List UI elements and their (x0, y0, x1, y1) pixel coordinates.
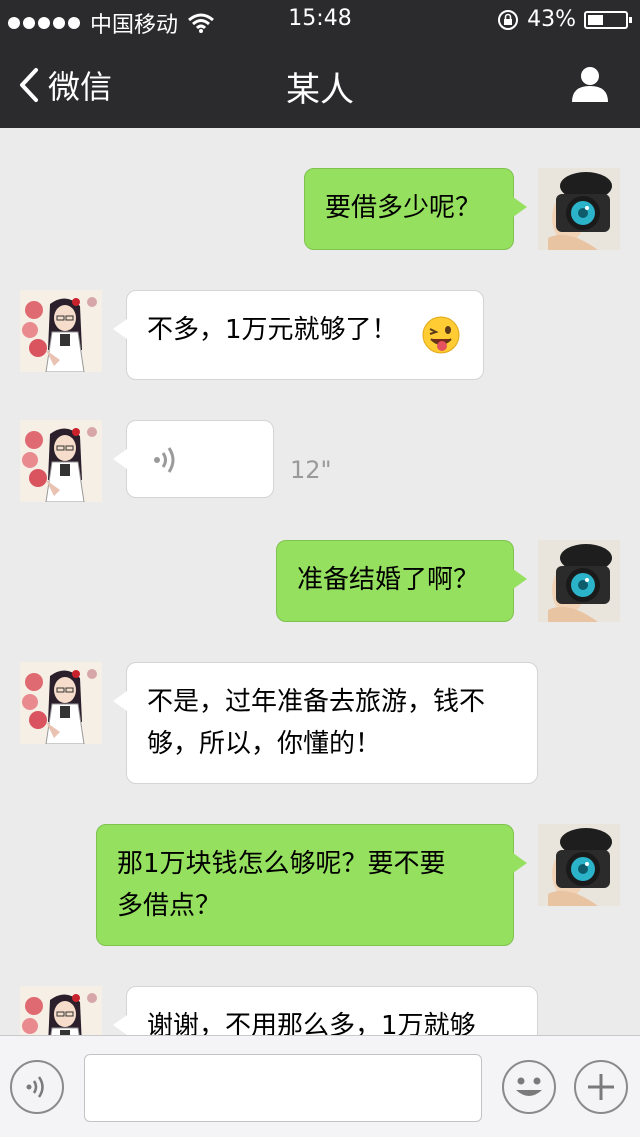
battery-icon (584, 10, 632, 29)
my-avatar[interactable] (538, 168, 620, 250)
my-avatar[interactable] (538, 540, 620, 622)
message-text-line: 那1万块钱怎么够呢？要不要 (117, 849, 446, 879)
message-text: 谢谢，不用那么多，1万就够 (147, 1011, 476, 1035)
camera-avatar-image (538, 168, 620, 250)
incoming-message-bubble[interactable]: 谢谢，不用那么多，1万就够 (113, 986, 538, 1035)
chat-area[interactable]: 要借多少呢？ 不多，1万元就够了！ 12" 准备结婚了啊？ 不是，过年准备去旅游… (0, 128, 640, 1035)
outgoing-message-bubble[interactable]: 准备结婚了啊？ (276, 540, 527, 622)
rotation-lock-icon (498, 9, 519, 30)
incoming-message-bubble[interactable]: 不多，1万元就够了！ (113, 290, 484, 380)
my-avatar[interactable] (538, 824, 620, 906)
page-title: 某人 (286, 70, 354, 110)
contact-avatar[interactable] (20, 420, 102, 502)
camera-avatar-image (538, 824, 620, 906)
anime-girl-avatar-image (20, 662, 102, 744)
profile-button-icon[interactable] (570, 64, 610, 104)
anime-girl-avatar-image (20, 420, 102, 502)
more-options-button[interactable] (574, 1060, 628, 1114)
message-text: 不多，1万元就够了！ (147, 315, 398, 345)
input-bar (0, 1035, 640, 1137)
outgoing-message-bubble[interactable]: 那1万块钱怎么够呢？要不要 多借点？ (96, 824, 527, 946)
plus-icon (588, 1074, 614, 1100)
status-bar: 中国移动 15:48 43% (0, 0, 640, 40)
battery-percent: 43% (527, 7, 576, 32)
emoji-button[interactable] (502, 1060, 556, 1114)
camera-avatar-image (538, 540, 620, 622)
message-text: 准备结婚了啊？ (297, 565, 480, 595)
anime-girl-avatar-image (20, 290, 102, 372)
message-input[interactable] (84, 1054, 482, 1122)
nav-bar: 微信 某人 (0, 40, 640, 128)
anime-girl-avatar-image (20, 986, 102, 1035)
winking-tongue-emoji-icon (422, 316, 460, 354)
status-bar-right: 43% (497, 7, 632, 32)
voice-duration: 12" (290, 456, 332, 484)
message-text: 要借多少呢？ (325, 193, 482, 223)
smiley-icon (516, 1077, 542, 1096)
voice-message-bubble[interactable] (113, 420, 274, 498)
message-text-line: 不是，过年准备去旅游，钱不 (147, 687, 486, 717)
contact-avatar[interactable] (20, 290, 102, 372)
outgoing-message-bubble[interactable]: 要借多少呢？ (304, 168, 527, 250)
contact-avatar[interactable] (20, 986, 102, 1035)
voice-wave-icon (154, 447, 175, 473)
voice-input-button[interactable] (10, 1060, 64, 1114)
message-text-line: 够，所以，你懂的！ (147, 729, 382, 759)
contact-avatar[interactable] (20, 662, 102, 744)
message-text-line: 多借点？ (117, 891, 222, 921)
voice-wave-icon (26, 1076, 44, 1098)
incoming-message-bubble[interactable]: 不是，过年准备去旅游，钱不 够，所以，你懂的！ (113, 662, 538, 784)
